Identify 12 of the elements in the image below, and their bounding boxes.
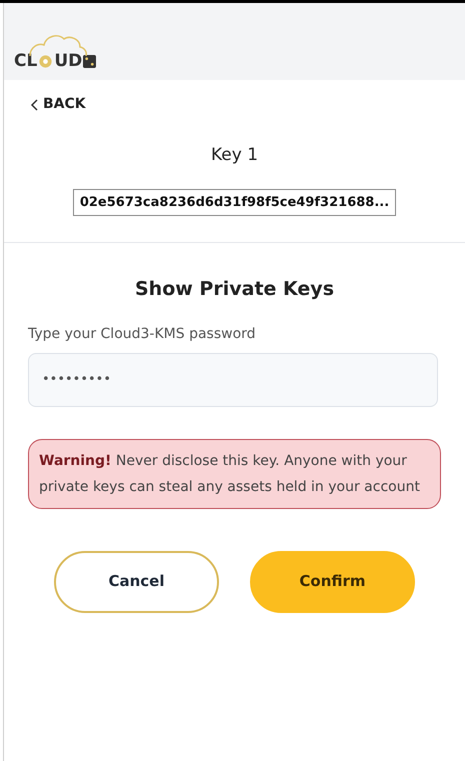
key-title: Key 1	[210, 144, 258, 167]
section-title: Show Private Keys	[135, 277, 334, 302]
confirm-button[interactable]: Confirm	[250, 550, 415, 612]
password-label: Type your Cloud3-KMS password	[28, 324, 257, 344]
password-field[interactable]: •••••••••	[28, 352, 438, 406]
warning-message: Warning! Never disclose this key. Anyone with your private keys can steal any assets held in your account	[28, 438, 441, 508]
dice-icon	[83, 55, 96, 68]
back-link[interactable]: BACK	[30, 94, 86, 115]
chevron-left-icon	[30, 98, 38, 110]
logo: CL UD	[14, 33, 96, 70]
cancel-button[interactable]: Cancel	[54, 550, 219, 612]
key-value-field: 02e5673ca8236d6d31f98f5ce49f321688...	[72, 188, 396, 216]
